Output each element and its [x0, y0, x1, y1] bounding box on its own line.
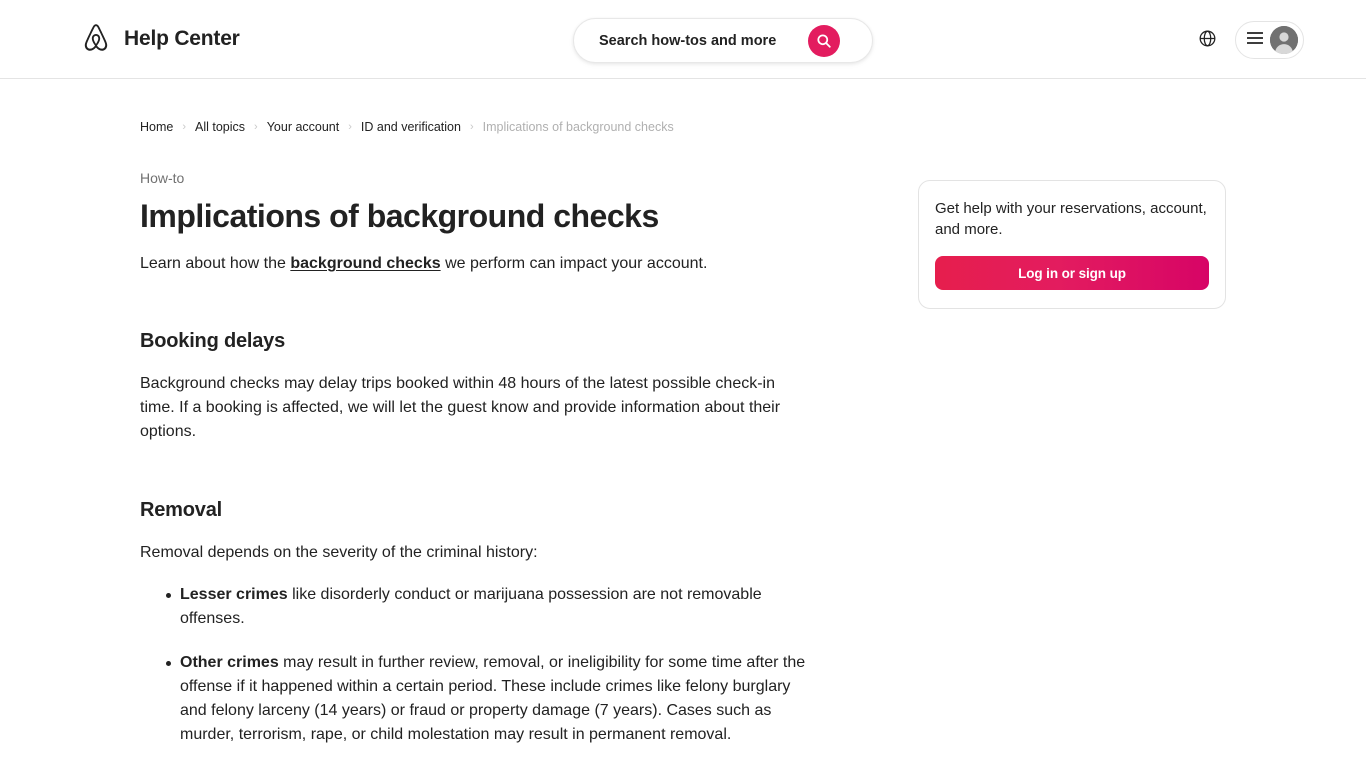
globe-icon — [1199, 30, 1216, 50]
search-icon — [817, 33, 831, 48]
user-menu-button[interactable] — [1235, 21, 1304, 59]
sidebar-column: Get help with your reservations, account… — [808, 119, 1226, 747]
breadcrumb: Home › All topics › Your account › ID an… — [140, 119, 808, 135]
header-actions — [1189, 21, 1304, 59]
section-heading: Removal — [140, 499, 222, 521]
log-in-or-sign-up-button[interactable]: Log in or sign up — [935, 256, 1209, 290]
page-title: Implications of background checks — [140, 198, 659, 234]
brand-home-link[interactable]: Help Center — [80, 22, 240, 56]
section-paragraph: Background checks may delay trips booked… — [140, 375, 781, 440]
chevron-right-icon: › — [348, 121, 352, 133]
search-bar[interactable] — [573, 18, 873, 63]
section-booking-delays: Booking delays Background checks may del… — [140, 329, 808, 444]
chevron-right-icon: › — [182, 121, 187, 133]
site-header: Help Center — [0, 0, 1366, 79]
brand-label: Help Center — [124, 27, 240, 50]
user-avatar-icon — [1270, 26, 1298, 55]
section-paragraph: Removal depends on the severity of the c… — [140, 544, 538, 561]
article-lede: Learn about how the background checks we… — [140, 253, 808, 275]
lede-text-after: we perform can impact your account. — [440, 255, 708, 272]
breadcrumb-item-current: Implications of background checks — [482, 120, 674, 134]
article-column: Home › All topics › Your account › ID an… — [140, 119, 808, 747]
search-input[interactable] — [599, 25, 804, 56]
breadcrumb-item-home[interactable]: Home — [140, 119, 173, 135]
content-wrapper: Home › All topics › Your account › ID an… — [140, 119, 1226, 747]
list-item: Other crimes may result in further revie… — [166, 651, 808, 747]
lede-text-before: Learn about how the — [140, 255, 291, 272]
help-card: Get help with your reservations, account… — [918, 180, 1226, 309]
article-category-label: How-to — [140, 170, 185, 186]
hamburger-menu-icon — [1246, 31, 1264, 49]
page-body: Home › All topics › Your account › ID an… — [0, 79, 1366, 747]
airbnb-logo-icon — [80, 22, 112, 56]
list-item-lead: Other crimes — [180, 654, 279, 671]
search-submit-button[interactable] — [808, 24, 840, 57]
section-heading: Booking delays — [140, 330, 286, 352]
breadcrumb-item-your-account[interactable]: Your account — [267, 119, 340, 135]
chevron-right-icon: › — [254, 121, 258, 133]
breadcrumb-item-all-topics[interactable]: All topics — [195, 119, 245, 135]
breadcrumb-item-id-and-verification[interactable]: ID and verification — [361, 119, 461, 135]
help-card-text: Get help with your reservations, account… — [935, 200, 1207, 238]
background-checks-link[interactable]: background checks — [290, 255, 440, 272]
language-button[interactable] — [1189, 22, 1225, 58]
removal-bullet-list: Lesser crimes like disorderly conduct or… — [140, 583, 808, 747]
list-item: Lesser crimes like disorderly conduct or… — [166, 583, 808, 631]
section-removal: Removal Removal depends on the severity … — [140, 498, 808, 747]
list-item-lead: Lesser crimes — [180, 586, 288, 603]
chevron-right-icon: › — [469, 121, 474, 133]
